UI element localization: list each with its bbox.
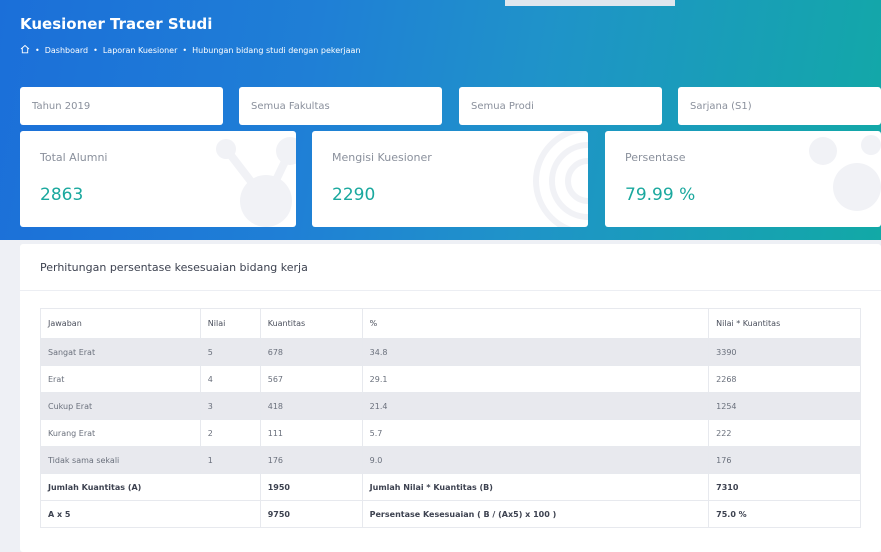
column-header: Kuantitas — [259, 308, 363, 339]
table-cell: 34.8 — [361, 338, 710, 366]
table-cell: 678 — [259, 338, 363, 366]
column-header: Nilai * Kuantitas — [708, 308, 861, 339]
stat-card-persentase: Persentase 79.99 % — [605, 131, 881, 227]
table-cell: 5 — [199, 338, 261, 366]
column-header: Nilai — [199, 308, 261, 339]
prodi-filter-select[interactable]: Semua Prodi — [459, 87, 662, 125]
summary-value: 9750 — [259, 500, 363, 528]
summary-row: A x 5 9750 Persentase Kesesuaian ( B / (… — [40, 500, 861, 528]
stat-label: Mengisi Kuesioner — [332, 151, 432, 164]
stat-label: Persentase — [625, 151, 686, 164]
stat-value: 2290 — [332, 185, 376, 205]
table-cell: Cukup Erat — [40, 392, 201, 420]
breadcrumb-item-dashboard[interactable]: Dashboard — [45, 46, 88, 55]
breadcrumb-separator: • — [182, 45, 188, 55]
summary-value: 75.0 % — [708, 500, 861, 528]
table-cell: 567 — [259, 365, 363, 393]
summary-label: Jumlah Kuantitas (A) — [40, 473, 261, 501]
table-cell: Tidak sama sekali — [40, 446, 201, 474]
table-cell: Kurang Erat — [40, 419, 201, 447]
breadcrumb-item-current: Hubungan bidang studi dengan pekerjaan — [192, 45, 361, 55]
column-header: Jawaban — [40, 308, 201, 339]
table-row: Kurang Erat 2 111 5.7 222 — [40, 419, 861, 447]
summary-value: 1950 — [259, 473, 363, 501]
summary-label: A x 5 — [40, 500, 261, 528]
table-cell: 29.1 — [361, 365, 710, 393]
table-cell: 2268 — [708, 365, 861, 393]
table-cell: 5.7 — [361, 419, 710, 447]
divider — [20, 290, 881, 291]
molecule-decoration-icon — [216, 137, 296, 227]
table-cell: Erat — [40, 365, 201, 393]
degree-filter-select[interactable]: Sarjana (S1) — [678, 87, 881, 125]
summary-label: Persentase Kesesuaian ( B / (Ax5) x 100 … — [361, 500, 710, 528]
table-cell: 21.4 — [361, 392, 710, 420]
table-row: Cukup Erat 3 418 21.4 1254 — [40, 392, 861, 420]
table-cell: 4 — [199, 365, 261, 393]
page-title: Kuesioner Tracer Studi — [20, 15, 213, 33]
table-cell: 3390 — [708, 338, 861, 366]
stat-card-mengisi-kuesioner: Mengisi Kuesioner 2290 — [312, 131, 588, 227]
table-cell: 222 — [708, 419, 861, 447]
column-header: % — [361, 308, 710, 339]
table-cell: 1 — [199, 446, 261, 474]
faculty-filter-select[interactable]: Semua Fakultas — [239, 87, 442, 125]
table-cell: 1254 — [708, 392, 861, 420]
table-cell: 176 — [259, 446, 363, 474]
stat-label: Total Alumni — [40, 151, 108, 164]
summary-value: 7310 — [708, 473, 861, 501]
calculation-table: Jawaban Nilai Kuantitas % Nilai * Kuanti… — [40, 308, 861, 528]
table-row: Erat 4 567 29.1 2268 — [40, 365, 861, 393]
table-row: Sangat Erat 5 678 34.8 3390 — [40, 338, 861, 366]
stat-value: 79.99 % — [625, 185, 696, 205]
table-header-row: Jawaban Nilai Kuantitas % Nilai * Kuanti… — [40, 308, 861, 339]
signal-decoration-icon — [533, 131, 588, 227]
summary-label: Jumlah Nilai * Kuantitas (B) — [361, 473, 710, 501]
circles-decoration-icon — [809, 135, 881, 211]
table-cell: 111 — [259, 419, 363, 447]
table-cell: 3 — [199, 392, 261, 420]
breadcrumb-item-laporan[interactable]: Laporan Kuesioner — [103, 46, 178, 55]
calculation-panel: Perhitungan persentase kesesuaian bidang… — [20, 244, 881, 552]
breadcrumb: • Dashboard • Laporan Kuesioner • Hubung… — [20, 44, 361, 56]
table-cell: 418 — [259, 392, 363, 420]
home-icon[interactable] — [20, 44, 30, 56]
stat-value: 2863 — [40, 185, 84, 205]
table-cell: 9.0 — [361, 446, 710, 474]
stat-card-total-alumni: Total Alumni 2863 — [20, 131, 296, 227]
breadcrumb-separator: • — [93, 45, 98, 55]
summary-row: Jumlah Kuantitas (A) 1950 Jumlah Nilai *… — [40, 473, 861, 501]
panel-title: Perhitungan persentase kesesuaian bidang… — [40, 261, 308, 274]
table-cell: 176 — [708, 446, 861, 474]
table-cell: Sangat Erat — [40, 338, 201, 366]
breadcrumb-separator: • — [35, 45, 40, 55]
table-row: Tidak sama sekali 1 176 9.0 176 — [40, 446, 861, 474]
table-cell: 2 — [199, 419, 261, 447]
year-filter-select[interactable]: Tahun 2019 — [20, 87, 223, 125]
